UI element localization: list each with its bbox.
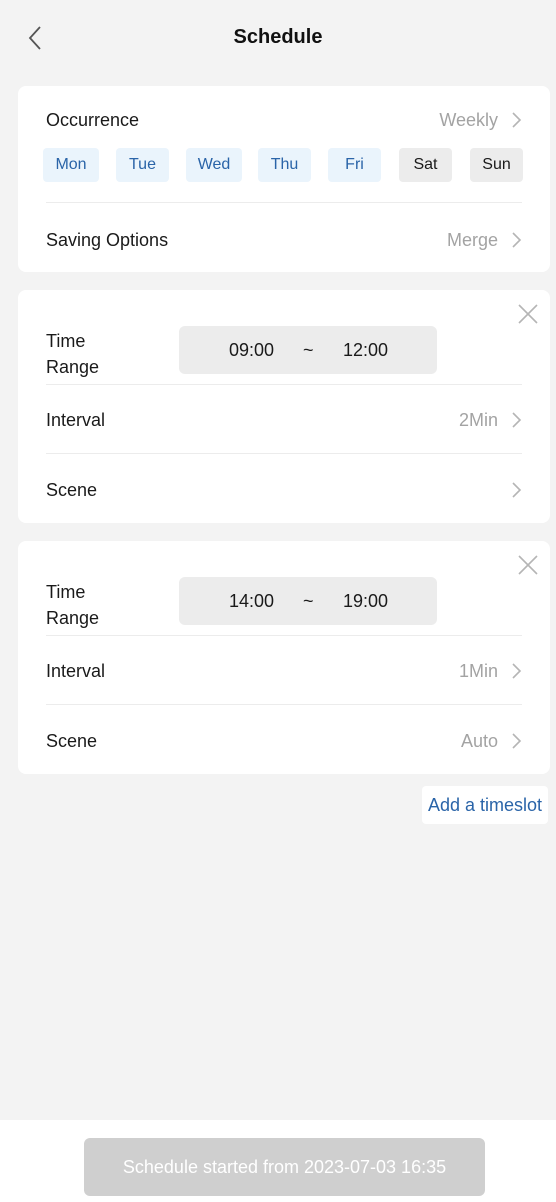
scene-value[interactable]: Auto [461,731,498,752]
day-tue[interactable]: Tue [116,148,169,182]
close-icon[interactable] [516,302,540,326]
occurrence-card: Occurrence Weekly Mon Tue Wed Thu Fri Sa… [18,86,550,272]
time-range-label: Time Range [46,331,100,377]
close-icon[interactable] [516,553,540,577]
divider [46,453,522,454]
time-range-picker[interactable]: 14:00 ~ 19:00 [179,577,437,625]
interval-value[interactable]: 1Min [459,661,498,682]
end-time: 12:00 [343,340,389,360]
scene-label: Scene [46,731,98,751]
occurrence-label: Occurrence [46,110,140,130]
day-sun[interactable]: Sun [470,148,523,182]
saving-options-value[interactable]: Merge [447,230,498,251]
day-thu[interactable]: Thu [258,148,311,182]
end-time: 19:00 [343,591,389,611]
chevron-right-icon[interactable] [510,111,522,129]
saving-options-label: Saving Options [46,230,169,250]
divider [46,704,522,705]
chevron-right-icon[interactable] [510,411,522,429]
page-title: Schedule [233,26,323,48]
start-time: 14:00 [229,591,275,611]
chevron-right-icon[interactable] [510,732,522,750]
schedule-start-button[interactable]: Schedule started from 2023-07-03 16:35 [84,1138,485,1196]
add-timeslot-button[interactable]: Add a timeslot [421,786,548,824]
footer: Schedule started from 2023-07-03 16:35 [0,1120,556,1202]
day-sat[interactable]: Sat [399,148,452,182]
occurrence-value[interactable]: Weekly [439,110,498,131]
chevron-right-icon[interactable] [510,481,522,499]
interval-value[interactable]: 2Min [459,410,498,431]
time-separator: ~ [303,340,314,360]
day-fri[interactable]: Fri [328,148,381,182]
day-wed[interactable]: Wed [186,148,242,182]
chevron-right-icon[interactable] [510,662,522,680]
interval-label: Interval [46,410,106,430]
day-mon[interactable]: Mon [43,148,99,182]
chevron-right-icon[interactable] [510,231,522,249]
divider [46,202,522,203]
scene-label: Scene [46,480,98,500]
time-range-picker[interactable]: 09:00 ~ 12:00 [179,326,437,374]
divider [46,384,522,385]
time-separator: ~ [303,591,314,611]
start-time: 09:00 [229,340,275,360]
time-range-label: Time Range [46,582,100,628]
divider [46,635,522,636]
header: Schedule [0,0,556,80]
timeslot-card-2: Time Range 14:00 ~ 19:00 Interval 1Min S… [18,541,550,774]
timeslot-card-1: Time Range 09:00 ~ 12:00 Interval 2Min S… [18,290,550,523]
interval-label: Interval [46,661,106,681]
